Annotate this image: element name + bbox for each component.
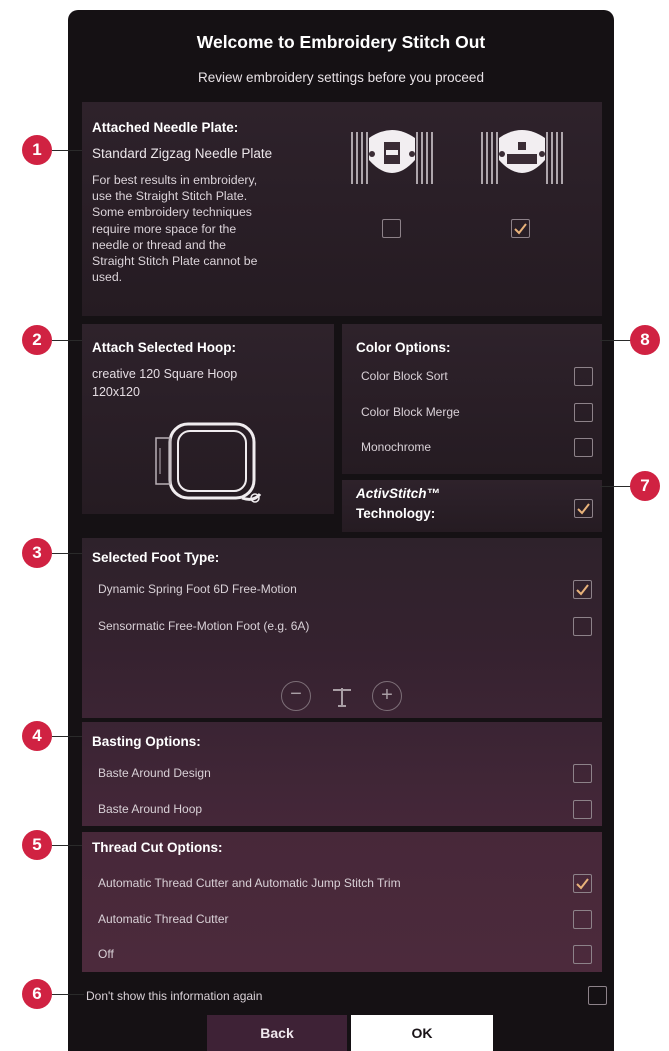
thread-cut-title: Thread Cut Options: xyxy=(92,840,223,855)
baste-around-design-label: Baste Around Design xyxy=(98,766,211,780)
baste-around-design-checkbox[interactable] xyxy=(573,764,592,783)
activstitch-panel: ActivStitch™ Technology: xyxy=(342,480,602,532)
callout-badge-6: 6 xyxy=(22,979,52,1009)
straight-stitch-plate-icon[interactable] xyxy=(476,124,568,194)
color-options-panel: Color Options: Color Block Sort Color Bl… xyxy=(342,324,602,474)
desc-line: For best results in embroidery, xyxy=(92,173,258,187)
dont-show-checkbox[interactable] xyxy=(588,986,607,1005)
baste-around-hoop-checkbox[interactable] xyxy=(573,800,592,819)
thread-cut-option-label: Automatic Thread Cutter xyxy=(98,912,229,926)
foot-type-title: Selected Foot Type: xyxy=(92,550,220,565)
monochrome-label: Monochrome xyxy=(361,440,432,454)
activstitch-label-line2: Technology: xyxy=(356,506,436,521)
desc-line: needle or thread and the xyxy=(92,237,227,252)
foot-plus-button[interactable]: + xyxy=(372,681,402,711)
desc-line: use the Straight Stitch Plate. xyxy=(92,189,248,204)
hoop-size: 120x120 xyxy=(92,385,140,399)
back-button[interactable]: Back xyxy=(207,1015,347,1051)
thread-cut-panel: Thread Cut Options: Automatic Thread Cut… xyxy=(82,832,602,972)
callout-8-leader xyxy=(600,340,632,342)
desc-line: Some embroidery techniques xyxy=(92,205,252,220)
callout-7-leader xyxy=(600,486,632,488)
callout-6-leader xyxy=(52,994,84,996)
baste-around-hoop-label: Baste Around Hoop xyxy=(98,802,203,816)
color-block-merge-label: Color Block Merge xyxy=(361,405,460,419)
basting-options-panel: Basting Options: Baste Around Design Bas… xyxy=(82,722,602,826)
needle-plate-description: For best results in embroidery, use the … xyxy=(92,172,322,285)
callout-5-leader xyxy=(52,845,82,847)
callout-1-leader xyxy=(52,150,82,152)
desc-line: used. xyxy=(92,270,123,285)
foot-minus-button[interactable]: − xyxy=(281,681,311,711)
callout-3-leader xyxy=(52,553,82,555)
plus-icon: + xyxy=(381,684,393,706)
hoop-title: Attach Selected Hoop: xyxy=(92,340,237,355)
presser-foot-icon xyxy=(329,682,355,710)
basting-title: Basting Options: xyxy=(92,734,201,749)
hoop-name: creative 120 Square Hoop xyxy=(92,367,238,381)
thread-cut-off-checkbox[interactable] xyxy=(573,945,592,964)
activstitch-checkbox[interactable] xyxy=(574,499,593,518)
zigzag-needle-plate-icon[interactable] xyxy=(346,124,438,194)
dynamic-spring-foot-checkbox[interactable] xyxy=(573,580,592,599)
foot-option-label: Sensormatic Free-Motion Foot (e.g. 6A) xyxy=(98,619,310,633)
callout-badge-4: 4 xyxy=(22,721,52,751)
dialog-title: Welcome to Embroidery Stitch Out xyxy=(196,32,486,52)
needle-plate-value: Standard Zigzag Needle Plate xyxy=(92,146,273,161)
callout-badge-8: 8 xyxy=(630,325,660,355)
minus-icon: − xyxy=(290,683,302,705)
desc-line: Straight Stitch Plate cannot be xyxy=(92,254,258,269)
color-block-merge-checkbox[interactable] xyxy=(574,403,593,422)
thread-cutter-checkbox[interactable] xyxy=(573,910,592,929)
callout-badge-3: 3 xyxy=(22,538,52,568)
callout-4-leader xyxy=(52,736,82,738)
thread-cut-option-label: Off xyxy=(98,947,114,961)
callout-badge-7: 7 xyxy=(630,471,660,501)
color-block-sort-checkbox[interactable] xyxy=(574,367,593,386)
embroidery-stitch-out-dialog: Welcome to Embroidery Stitch Out Review … xyxy=(68,10,614,1051)
straight-plate-checkbox[interactable] xyxy=(511,219,530,238)
ok-button[interactable]: OK xyxy=(351,1015,493,1051)
callout-badge-5: 5 xyxy=(22,830,52,860)
callout-2-leader xyxy=(52,340,82,342)
zigzag-plate-checkbox[interactable] xyxy=(382,219,401,238)
thread-cutter-jump-trim-checkbox[interactable] xyxy=(573,874,592,893)
hoop-panel: Attach Selected Hoop: creative 120 Squar… xyxy=(82,324,334,514)
hoop-icon xyxy=(150,416,268,512)
needle-plate-title: Attached Needle Plate: xyxy=(92,120,239,135)
sensormatic-foot-checkbox[interactable] xyxy=(573,617,592,636)
desc-line: require more space for the xyxy=(92,221,237,236)
dont-show-label: Don't show this information again xyxy=(86,989,263,1003)
callout-badge-2: 2 xyxy=(22,325,52,355)
activstitch-label: ActivStitch™ xyxy=(356,486,441,501)
thread-cut-option-label: Automatic Thread Cutter and Automatic Ju… xyxy=(98,876,401,890)
needle-plate-panel: Attached Needle Plate: Standard Zigzag N… xyxy=(82,102,602,316)
monochrome-checkbox[interactable] xyxy=(574,438,593,457)
dialog-subtitle: Review embroidery settings before you pr… xyxy=(198,70,484,85)
callout-badge-1: 1 xyxy=(22,135,52,165)
color-block-sort-label: Color Block Sort xyxy=(361,369,448,383)
foot-type-panel: Selected Foot Type: Dynamic Spring Foot … xyxy=(82,538,602,718)
color-options-title: Color Options: xyxy=(356,340,451,355)
foot-option-label: Dynamic Spring Foot 6D Free-Motion xyxy=(98,582,297,596)
